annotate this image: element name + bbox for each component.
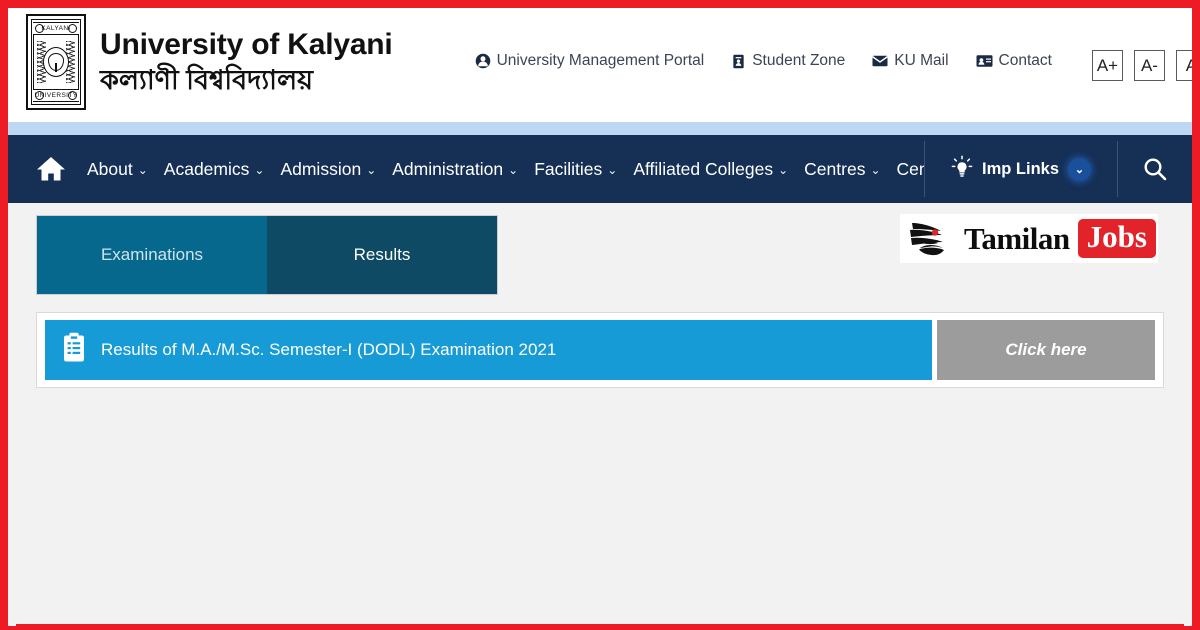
- nav-item-central-library[interactable]: Central Library ⌄: [889, 159, 924, 180]
- result-title: Results of M.A./M.Sc. Semester-I (DODL) …: [101, 340, 557, 359]
- nav-item-admission[interactable]: Admission ⌄: [272, 159, 384, 180]
- brand-block[interactable]: KALYANI UNIVERSITY University of Kalyani…: [8, 8, 393, 110]
- nav-item-about[interactable]: About ⌄: [79, 159, 156, 180]
- contact-card-icon: [976, 54, 993, 68]
- page-red-border: KALYANI UNIVERSITY University of Kalyani…: [0, 0, 1200, 630]
- chevron-down-icon: ⌄: [366, 162, 377, 177]
- link-label: KU Mail: [894, 52, 949, 69]
- nav-item-affiliated-colleges[interactable]: Affiliated Colleges ⌄: [625, 159, 796, 180]
- link-contact[interactable]: Contact: [976, 52, 1052, 70]
- site-title-english: University of Kalyani: [100, 27, 393, 61]
- header-accent-strip: [8, 122, 1192, 135]
- main-navigation: About ⌄ Academics ⌄ Admission ⌄ Administ…: [8, 135, 1192, 203]
- nav-item-academics[interactable]: Academics ⌄: [156, 159, 273, 180]
- nav-item-centres[interactable]: Centres ⌄: [796, 159, 888, 180]
- font-reset-button[interactable]: A: [1175, 50, 1192, 81]
- emblem-center: [33, 35, 79, 89]
- nav-label: Central Library: [896, 158, 924, 179]
- click-here-button[interactable]: Click here: [937, 320, 1155, 380]
- lightbulb-icon: [951, 154, 973, 184]
- watermark-text-primary: Tamilan: [964, 220, 1070, 256]
- tab-examinations[interactable]: Examinations: [37, 216, 267, 294]
- chevron-down-icon: ⌄: [870, 162, 881, 177]
- brand-text: University of Kalyani কল্যাণী বিশ্ববিদ্য…: [100, 26, 393, 98]
- nav-item-administration[interactable]: Administration ⌄: [384, 159, 526, 180]
- clipboard-list-icon: [61, 332, 87, 369]
- chevron-down-icon[interactable]: ⌄: [1068, 157, 1091, 181]
- site-title-bengali: কল্যাণী বিশ্ববিদ্যালয়: [100, 65, 314, 96]
- result-row[interactable]: Results of M.A./M.Sc. Semester-I (DODL) …: [45, 320, 932, 380]
- envelope-icon: [872, 54, 889, 68]
- emblem-lotus-icon: [43, 47, 69, 77]
- font-decrease-button[interactable]: A-: [1133, 50, 1165, 81]
- nav-items: About ⌄ Academics ⌄ Admission ⌄ Administ…: [8, 135, 924, 203]
- link-student-zone[interactable]: Student Zone: [731, 52, 845, 70]
- home-icon[interactable]: [36, 155, 66, 183]
- nav-item-facilities[interactable]: Facilities ⌄: [526, 159, 625, 180]
- tab-results[interactable]: Results: [267, 216, 497, 294]
- chevron-down-icon: ⌄: [137, 162, 148, 177]
- imp-links-menu[interactable]: Imp Links ⌄: [925, 135, 1117, 203]
- nav-label: Facilities: [534, 158, 603, 179]
- link-label: Student Zone: [752, 52, 846, 69]
- university-emblem-icon: KALYANI UNIVERSITY: [26, 14, 86, 110]
- chevron-down-icon: ⌄: [778, 162, 789, 177]
- link-university-management-portal[interactable]: University Management Portal: [475, 52, 705, 70]
- tamilan-jobs-watermark: Tamilan Jobs: [900, 214, 1158, 263]
- header-utility-links: University Management Portal Student Zon…: [475, 52, 1052, 70]
- watermark-text-secondary: Jobs: [1077, 219, 1156, 258]
- site-header: KALYANI UNIVERSITY University of Kalyani…: [8, 8, 1192, 122]
- user-circle-icon: [475, 53, 491, 69]
- chevron-down-icon: ⌄: [254, 162, 265, 177]
- emblem-top-band: KALYANI: [33, 22, 79, 35]
- font-increase-button[interactable]: A+: [1091, 50, 1123, 81]
- chevron-down-icon: ⌄: [607, 162, 618, 177]
- tamilan-face-icon: [908, 218, 960, 260]
- link-label: University Management Portal: [496, 52, 705, 69]
- nav-label: Academics: [163, 158, 250, 179]
- chevron-down-icon: ⌄: [508, 162, 519, 177]
- id-card-icon: [731, 54, 746, 69]
- exam-results-tabs: Examinations Results: [36, 215, 498, 295]
- link-label: Contact: [998, 52, 1052, 69]
- page-content: Examinations Results Tamilan Jobs Result…: [8, 203, 1192, 626]
- bottom-red-rule: [16, 624, 1184, 626]
- nav-label: Admission: [280, 158, 362, 179]
- nav-label: About: [87, 158, 133, 179]
- link-ku-mail[interactable]: KU Mail: [872, 52, 949, 70]
- nav-label: Administration: [392, 158, 504, 179]
- browser-viewport: KALYANI UNIVERSITY University of Kalyani…: [8, 8, 1192, 626]
- nav-label: Affiliated Colleges: [633, 158, 774, 179]
- accessibility-toolbar: A+ A- A: [1091, 50, 1192, 81]
- search-icon[interactable]: [1118, 135, 1192, 203]
- imp-links-label: Imp Links: [981, 159, 1059, 178]
- result-list-panel: Results of M.A./M.Sc. Semester-I (DODL) …: [36, 312, 1164, 388]
- nav-label: Centres: [804, 158, 866, 179]
- emblem-bottom-band: UNIVERSITY: [33, 89, 79, 102]
